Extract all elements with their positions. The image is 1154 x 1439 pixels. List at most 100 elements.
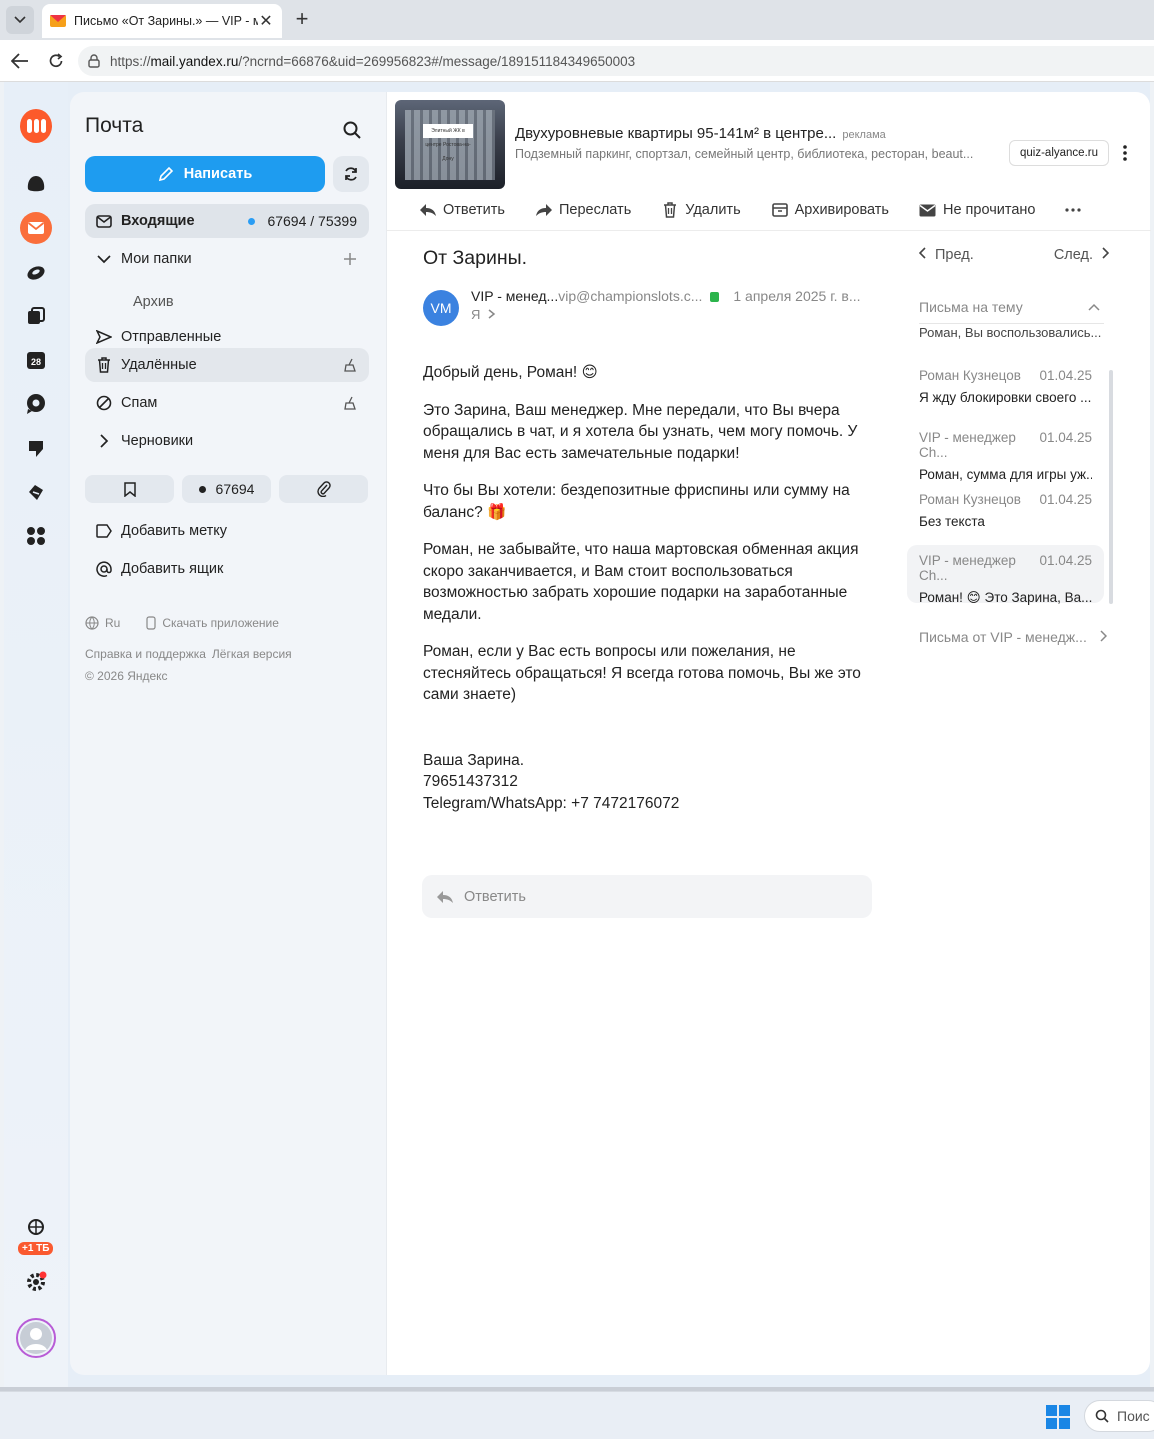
notes-icon[interactable] <box>20 300 52 332</box>
telemost-icon[interactable] <box>20 432 52 464</box>
recipient: Я <box>471 307 481 322</box>
folder-my-folders[interactable]: Мои папки <box>85 242 369 276</box>
calendar-icon[interactable]: 28 <box>20 344 52 376</box>
language-switch[interactable]: Ru <box>105 616 120 630</box>
ad-domain-button[interactable]: quiz-alyance.ru <box>1009 140 1109 166</box>
taskbar-search[interactable]: Поис <box>1084 1400 1154 1432</box>
clean-broom-icon[interactable] <box>343 396 357 410</box>
body-paragraph: Добрый день, Роман! 😊 <box>423 364 598 381</box>
thread-item-selected[interactable]: VIP - менеджер Ch... 01.04.25 Роман! 😊 Эт… <box>907 545 1104 605</box>
thread-item[interactable]: VIP - менеджер Ch... 01.04.25 Роман, сумм… <box>907 422 1104 482</box>
alice-icon[interactable] <box>20 168 52 200</box>
all-services-icon[interactable] <box>20 520 52 552</box>
url-field[interactable]: https://mail.yandex.ru/?ncrnd=66876&uid=… <box>78 46 1154 76</box>
mark-unread-button[interactable]: Не прочитано <box>919 201 1035 219</box>
user-avatar-icon <box>20 1322 52 1354</box>
download-app-link[interactable]: Скачать приложение <box>162 616 279 630</box>
more-actions-button[interactable] <box>1065 208 1082 212</box>
reply-button[interactable]: Ответить <box>419 201 505 219</box>
add-label-link[interactable]: Добавить метку <box>95 522 227 540</box>
forward-label: Переслать <box>558 202 632 218</box>
tab-list-button[interactable] <box>6 6 34 34</box>
back-button[interactable] <box>8 49 32 73</box>
thread-snippet: Без текста <box>919 514 985 529</box>
storage-promo[interactable]: +1 ТБ <box>18 1218 54 1258</box>
disk-icon[interactable] <box>20 256 52 288</box>
thread-header[interactable]: Письма на тему <box>919 299 1104 324</box>
forward-button[interactable]: Переслать <box>535 201 631 219</box>
attachments-filter-button[interactable] <box>279 475 368 503</box>
copyright: © 2026 Яндекс <box>85 669 168 683</box>
sender-email[interactable]: vip@championslots.c... <box>558 288 702 304</box>
forward-icon <box>535 201 553 219</box>
bookmark-filter-button[interactable] <box>85 475 174 503</box>
plus-icon[interactable] <box>343 252 357 266</box>
recipient-line[interactable]: Я <box>471 307 496 322</box>
thread-snippet: Роман! 😊 Это Зарина, Ва... <box>919 590 1092 605</box>
sender-line[interactable]: VIP - менед...vip@championslots.c... 1 ап… <box>471 288 860 304</box>
sender-avatar[interactable]: VM <box>423 290 459 326</box>
signature: Ваша Зарина. 79651437312 Telegram/WhatsA… <box>423 750 873 815</box>
thread-item[interactable]: Роман Кузнецов 01.04.25 Без текста <box>907 484 1104 542</box>
letters-from-sender-link[interactable]: Письма от VIP - менедж... <box>919 629 1107 645</box>
next-message-button[interactable]: След. <box>1053 247 1110 263</box>
pencil-icon <box>158 166 173 182</box>
thread-scrollbar[interactable] <box>1109 370 1113 604</box>
unread-filter-button[interactable]: 67694 <box>182 475 271 503</box>
folder-drafts-label: Черновики <box>121 433 194 449</box>
unread-dot <box>248 217 256 225</box>
chevron-right-icon <box>1102 247 1110 259</box>
ad-image[interactable]: Элитный ЖК в центре Ростова-на-Дону <box>395 100 505 189</box>
next-label: След. <box>1053 247 1093 263</box>
folder-drafts[interactable]: Черновики <box>85 424 369 458</box>
folder-spam[interactable]: Спам <box>85 386 369 420</box>
more-vertical-icon[interactable] <box>1117 144 1133 162</box>
chevron-down-icon[interactable] <box>95 250 113 268</box>
lite-version-link[interactable]: Лёгкая версия <box>212 647 292 661</box>
compose-button[interactable]: Написать <box>85 156 325 192</box>
search-icon[interactable] <box>342 120 362 140</box>
paperclip-icon <box>316 481 331 497</box>
site-info-icon[interactable] <box>86 53 102 69</box>
browser-tabbar: Письмо «От Зарины.» — VIP - менеджер ✕ + <box>0 0 1154 40</box>
delete-button[interactable]: Удалить <box>661 201 741 219</box>
ad-title[interactable]: Двухуровневые квартиры 95-141м² в центре… <box>515 125 886 142</box>
user-avatar[interactable] <box>16 1318 56 1358</box>
chevron-right-icon[interactable] <box>95 432 113 450</box>
windows-start-icon[interactable] <box>1046 1405 1070 1429</box>
message-subject: От Зарины. <box>423 247 528 269</box>
settings-icon[interactable] <box>20 1266 52 1298</box>
footer-row-2: Справка и поддержка Лёгкая версия <box>85 647 292 661</box>
inbox-total: / 75399 <box>310 213 357 229</box>
search-icon <box>1095 1409 1109 1423</box>
thread-item-partial[interactable]: Роман, Вы воспользовались... <box>919 328 1104 342</box>
storage-badge: +1 ТБ <box>18 1242 54 1255</box>
tag-icon <box>95 522 113 540</box>
ad-banner[interactable]: Элитный ЖК в центре Ростова-на-Дону Двух… <box>395 100 1143 190</box>
thread-from: VIP - менеджер Ch... <box>919 553 1016 583</box>
new-tab-button[interactable]: + <box>290 8 314 32</box>
forms-icon[interactable] <box>20 476 52 508</box>
folder-archive[interactable]: Архив <box>133 294 174 310</box>
prev-message-button[interactable]: Пред. <box>918 247 974 263</box>
refresh-button[interactable] <box>333 156 369 192</box>
add-mailbox-link[interactable]: Добавить ящик <box>95 560 223 578</box>
reload-button[interactable] <box>44 49 68 73</box>
tab-close-icon[interactable]: ✕ <box>258 11 274 31</box>
trash-icon <box>95 356 113 374</box>
browser-tab[interactable]: Письмо «От Зарины.» — VIP - менеджер ✕ <box>42 4 282 38</box>
thread-item[interactable]: Роман Кузнецов 01.04.25 Я жду блокировки … <box>907 360 1104 418</box>
archive-button[interactable]: Архивировать <box>771 201 889 219</box>
thread-from: Роман Кузнецов <box>919 368 1021 383</box>
chevron-up-icon[interactable] <box>1088 303 1100 311</box>
help-link[interactable]: Справка и поддержка <box>85 647 206 661</box>
yandex-logo-icon[interactable] <box>20 109 52 143</box>
folder-inbox[interactable]: Входящие 67694 / 75399 <box>85 204 369 238</box>
mail-icon[interactable] <box>20 212 52 244</box>
clean-broom-icon[interactable] <box>343 358 357 372</box>
sender-name[interactable]: VIP - менед... <box>471 288 558 304</box>
messenger-icon[interactable] <box>20 388 52 420</box>
folder-sidebar: Почта Написать Входящие 67694 / 75399 Мо… <box>70 92 386 1375</box>
quick-reply-field[interactable]: Ответить <box>422 875 872 918</box>
folder-deleted[interactable]: Удалённые <box>85 348 369 382</box>
